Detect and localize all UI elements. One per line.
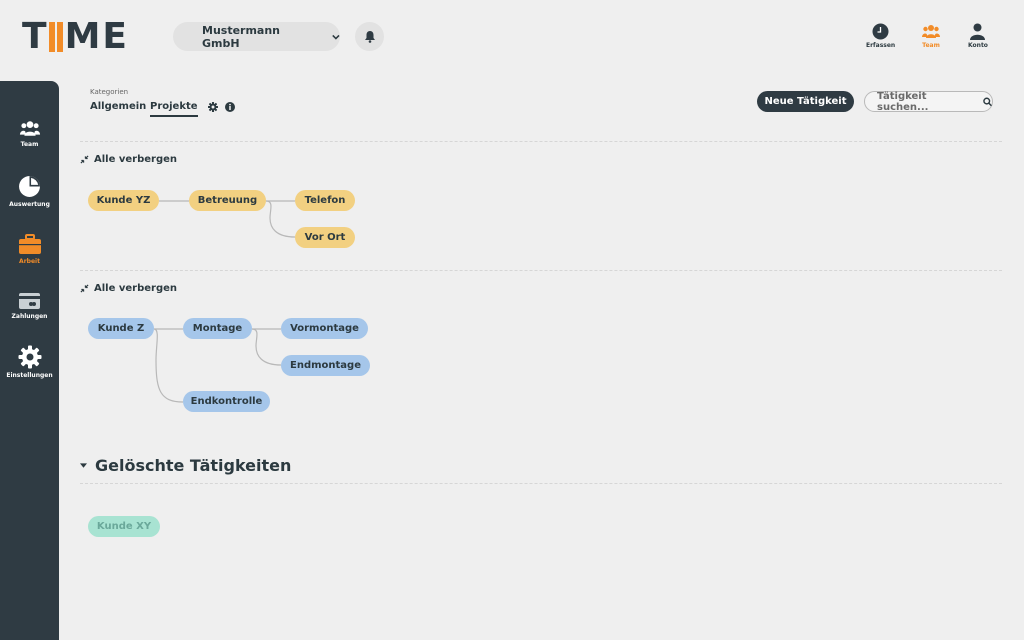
activity-node[interactable]: Endmontage [281,355,370,376]
caret-down-icon [80,462,87,468]
activity-node[interactable]: Endkontrolle [183,391,270,412]
deleted-section-toggle[interactable]: Gelöschte Tätigkeiten [80,456,291,475]
activity-node[interactable]: Telefon [295,190,355,211]
hide-all-label: Alle verbergen [94,283,178,294]
activity-node[interactable]: Montage [183,318,252,339]
collapse-arrows-icon [80,155,89,164]
tree-connectors [153,200,296,403]
hide-all-label: Alle verbergen [94,154,178,165]
hide-all-toggle[interactable]: Alle verbergen [80,154,177,165]
hide-all-toggle[interactable]: Alle verbergen [80,283,177,294]
activity-node[interactable]: Betreuung [189,190,266,211]
activity-node[interactable]: Vor Ort [295,227,355,248]
activity-node[interactable]: Vormontage [281,318,368,339]
activity-node[interactable]: Kunde Z [88,318,154,339]
collapse-arrows-icon [80,284,89,293]
deleted-section-title: Gelöschte Tätigkeiten [95,456,292,475]
deleted-activity-node[interactable]: Kunde XY [88,516,160,537]
activity-node[interactable]: Kunde YZ [88,190,159,211]
